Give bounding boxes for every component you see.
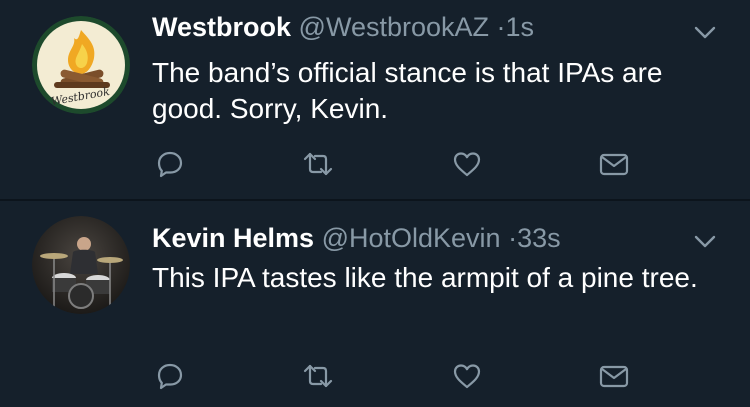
timestamp[interactable]: 1s bbox=[506, 12, 535, 42]
avatar[interactable]: Westbrook bbox=[32, 16, 130, 114]
avatar[interactable] bbox=[32, 216, 130, 314]
tweet-actions bbox=[0, 144, 750, 184]
tweet-actions bbox=[0, 356, 750, 396]
chevron-down-icon[interactable] bbox=[690, 226, 720, 256]
timeline: Westbrook Westbrook @WestbrookAZ ·1s The… bbox=[0, 0, 750, 407]
reply-icon[interactable] bbox=[150, 144, 190, 184]
tweet-text: This IPA tastes like the armpit of a pin… bbox=[152, 262, 698, 293]
display-name[interactable]: Kevin Helms bbox=[152, 223, 314, 253]
separator: · bbox=[496, 12, 506, 42]
timestamp[interactable]: 33s bbox=[517, 223, 561, 253]
direct-message-icon[interactable] bbox=[594, 144, 634, 184]
direct-message-icon[interactable] bbox=[594, 356, 634, 396]
tweet[interactable]: Kevin Helms @HotOldKevin ·33s This IPA t… bbox=[0, 201, 750, 407]
tweet-text: The band’s official stance is that IPAs … bbox=[152, 57, 663, 124]
separator: · bbox=[508, 223, 518, 253]
display-name[interactable]: Westbrook bbox=[152, 12, 291, 42]
reply-icon[interactable] bbox=[150, 356, 190, 396]
retweet-icon[interactable] bbox=[298, 144, 338, 184]
like-icon[interactable] bbox=[447, 144, 487, 184]
tweet-header: Kevin Helms @HotOldKevin ·33s bbox=[152, 222, 561, 254]
tweet-header: Westbrook @WestbrookAZ ·1s bbox=[152, 11, 534, 43]
tweet[interactable]: Westbrook Westbrook @WestbrookAZ ·1s The… bbox=[0, 0, 750, 200]
westbrook-logo-icon: Westbrook bbox=[32, 16, 130, 114]
handle[interactable]: @WestbrookAZ bbox=[299, 12, 489, 42]
chevron-down-icon[interactable] bbox=[690, 17, 720, 47]
drummer-photo-icon bbox=[32, 216, 130, 314]
like-icon[interactable] bbox=[447, 356, 487, 396]
handle[interactable]: @HotOldKevin bbox=[322, 223, 501, 253]
retweet-icon[interactable] bbox=[298, 356, 338, 396]
